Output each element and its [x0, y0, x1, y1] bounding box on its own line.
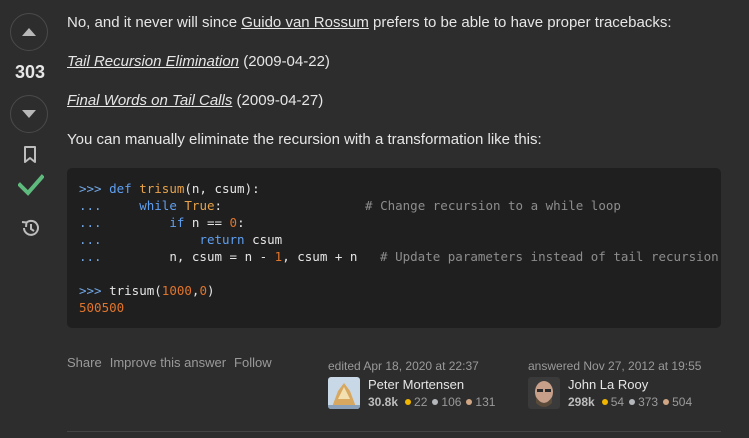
keyword: return: [199, 232, 245, 247]
silver-badge-count: 373: [638, 395, 659, 409]
share-link[interactable]: Share: [67, 355, 102, 370]
code-line: 500500: [79, 299, 124, 316]
code-text: (n, csum):: [184, 181, 260, 196]
gold-badge-count: 22: [414, 395, 428, 409]
prompt: >>>: [79, 181, 102, 196]
code-text: :: [237, 215, 245, 230]
avatar[interactable]: [328, 377, 360, 409]
code-text: trisum(: [101, 283, 162, 298]
timeline-button[interactable]: [18, 217, 42, 239]
paragraph-final-words: Final Words on Tail Calls (2009-04-27): [67, 92, 323, 109]
prompt: >>>: [79, 283, 102, 298]
code-line: ... return csum: [79, 231, 282, 248]
date-text: (2009-04-22): [239, 53, 330, 70]
paragraph-transform: You can manually eliminate the recursion…: [67, 131, 542, 148]
code-block[interactable]: >>> def trisum(n, csum): ... while True:…: [67, 168, 721, 328]
number: 0: [199, 283, 207, 298]
author-stats: 298k 54 373 504: [568, 395, 695, 409]
check-icon: [18, 174, 44, 196]
editor-avatar-image: [328, 377, 360, 409]
accepted-answer-indicator: [18, 172, 44, 198]
number: 0: [229, 215, 238, 230]
reputation: 298k: [568, 395, 595, 409]
padding: [222, 198, 365, 213]
post-actions: Share Improve this answer Follow: [67, 355, 280, 370]
author-avatar-image: [528, 377, 560, 409]
downvote-button[interactable]: [10, 95, 48, 133]
gold-badge-icon: [601, 399, 608, 405]
silver-badge-count: 106: [441, 395, 462, 409]
paragraph-tre: Tail Recursion Elimination (2009-04-22): [67, 53, 330, 70]
avatar[interactable]: [528, 377, 560, 409]
paragraph-intro: No, and it never will since Guido van Ro…: [67, 14, 672, 31]
vote-column: 303: [0, 0, 60, 438]
code-text: n, csum = n -: [169, 249, 275, 264]
final-words-link[interactable]: Final Words on Tail Calls: [67, 92, 232, 109]
bronze-badge-count: 131: [475, 395, 496, 409]
silver-badge-icon: [629, 399, 636, 405]
editor-name[interactable]: Peter Mortensen: [368, 377, 498, 392]
code-text: n ==: [184, 215, 230, 230]
arrow-down-icon: [22, 110, 36, 118]
gold-badge-count: 54: [610, 395, 625, 409]
bronze-badge-count: 504: [672, 395, 693, 409]
code-text: :: [214, 198, 223, 213]
arrow-up-icon: [22, 28, 36, 36]
code-line: ... while True: # Change recursion to a …: [79, 197, 621, 214]
bookmark-icon: [24, 146, 36, 163]
edited-timestamp[interactable]: edited Apr 18, 2020 at 22:37: [328, 359, 479, 373]
date-text: (2009-04-27): [232, 92, 324, 109]
editor-user-card: Peter Mortensen 30.8k 22 106 131: [328, 377, 498, 409]
output: 500500: [79, 300, 125, 315]
keyword: def: [109, 181, 132, 196]
improve-answer-link[interactable]: Improve this answer: [110, 355, 226, 370]
code-line: ... n, csum = n - 1, csum + n # Update p…: [79, 248, 719, 265]
upvote-button[interactable]: [10, 13, 48, 51]
answered-timestamp[interactable]: answered Nov 27, 2012 at 19:55: [528, 359, 701, 373]
prompt: ...: [79, 198, 102, 213]
bookmark-button[interactable]: [18, 145, 42, 165]
prompt: ...: [79, 249, 102, 264]
silver-badge-icon: [432, 399, 439, 405]
divider: [67, 431, 721, 432]
constant: True: [184, 198, 215, 213]
number: 1000: [161, 283, 192, 298]
text: No, and it never will since: [67, 14, 242, 31]
vote-count: 303: [14, 62, 46, 82]
editor-stats: 30.8k 22 106 131: [368, 395, 498, 409]
prompt: ...: [79, 232, 102, 247]
comment: # Update parameters instead of tail recu…: [380, 249, 719, 264]
tail-recursion-elimination-link[interactable]: Tail Recursion Elimination: [67, 53, 239, 70]
keyword: while: [139, 198, 177, 213]
history-icon: [21, 219, 39, 236]
author-signature: answered Nov 27, 2012 at 19:55 John La R…: [528, 359, 701, 409]
code-text: , csum + n: [282, 249, 381, 264]
function-name: trisum: [139, 181, 185, 196]
code-line: >>> def trisum(n, csum):: [79, 180, 260, 197]
comment: # Change recursion to a while loop: [365, 198, 621, 213]
code-line: >>> trisum(1000,0): [79, 282, 215, 299]
code-text: csum: [244, 232, 283, 247]
code-line: ... if n == 0:: [79, 214, 245, 231]
follow-link[interactable]: Follow: [234, 355, 272, 370]
answer-post: 303 No, and it never will since Guido va…: [0, 0, 749, 438]
text: prefers to be able to have proper traceb…: [368, 14, 672, 31]
bronze-badge-icon: [663, 399, 670, 405]
prompt: ...: [79, 215, 102, 230]
code-text: ): [206, 283, 215, 298]
author-user-card: John La Rooy 298k 54 373 504: [528, 377, 695, 409]
gold-badge-icon: [405, 399, 412, 405]
author-name[interactable]: John La Rooy: [568, 377, 695, 392]
editor-signature: edited Apr 18, 2020 at 22:37 Peter Morte…: [328, 359, 495, 409]
reputation: 30.8k: [368, 395, 399, 409]
guido-link[interactable]: Guido van Rossum: [241, 14, 369, 31]
bronze-badge-icon: [466, 399, 473, 405]
keyword: if: [169, 215, 185, 230]
